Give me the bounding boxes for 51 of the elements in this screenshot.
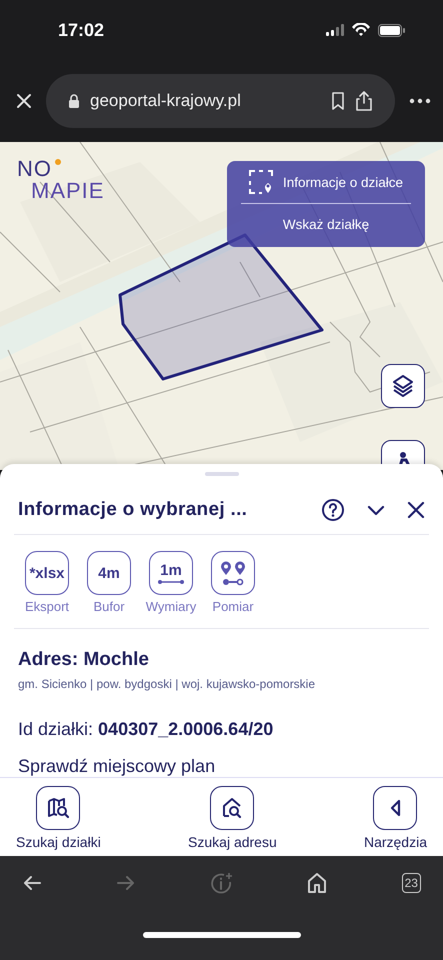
tool-label: Pomiar [212,599,254,614]
address-details: gm. Sicienko | pow. bydgoski | woj. kujawsko-pomorskie [18,677,316,691]
tool-button[interactable] [211,551,255,595]
tool-label: Bufor [93,599,125,614]
lock-icon [68,94,80,108]
help-icon[interactable] [321,498,345,522]
nav-label: Szukaj adresu [188,834,277,850]
close-icon[interactable] [407,501,425,519]
selection-pin-icon [248,170,273,194]
map-search-icon [47,797,70,819]
nav-button[interactable] [36,786,80,830]
bookmark-icon[interactable] [331,92,345,110]
tool-button[interactable]: 4m [87,551,131,595]
sheet-title: Informacje o wybranej ... [18,499,248,521]
tool-label: Eksport [24,599,70,614]
parcel-id: Id działki: 040307_2.0006.64/20 [18,719,274,740]
back-icon[interactable] [22,874,42,892]
url-text: geoportal-krajowy.pl [90,91,242,111]
nav-label: Narzędzia [364,834,427,850]
layers-icon [392,374,414,398]
tool-button[interactable]: 1m [149,551,193,595]
route-pins-icon [220,560,246,586]
nav-button[interactable] [373,786,418,830]
plan-link[interactable]: Sprawdź miejscowy plan [18,756,216,777]
layers-button[interactable] [381,364,425,408]
select-parcel-button[interactable]: Wskaż działkę [274,204,378,244]
nav-button[interactable] [210,786,254,830]
home-icon[interactable] [307,872,328,894]
wifi-icon [351,23,371,37]
more-icon[interactable] [409,98,431,104]
tool-text: 1m [160,562,182,578]
share-icon[interactable] [355,91,373,111]
tool-button[interactable]: *xlsx [25,551,69,595]
logo-text: MAPIE [31,180,104,202]
chevron-down-icon[interactable] [367,504,385,516]
status-time: 17:02 [58,20,104,40]
tool-label: Wymiary [146,599,196,614]
panel-title: Informacje o działce [282,174,404,190]
nav-label: Szukaj działki [16,834,101,850]
dot-icon [55,159,61,165]
logo-text: NO [17,158,52,180]
battery-icon [378,24,405,36]
ruler-icon [158,578,184,584]
address-bar[interactable]: geoportal-krajowy.pl [46,74,395,128]
forward-icon[interactable] [116,874,136,892]
info-sparkle-icon[interactable] [210,872,234,894]
drag-handle[interactable] [204,472,238,476]
house-search-icon [221,797,244,819]
tab-count[interactable]: 23 [402,873,421,893]
signal-icon [326,24,344,36]
address-heading: Adres: Mochle [18,649,150,671]
